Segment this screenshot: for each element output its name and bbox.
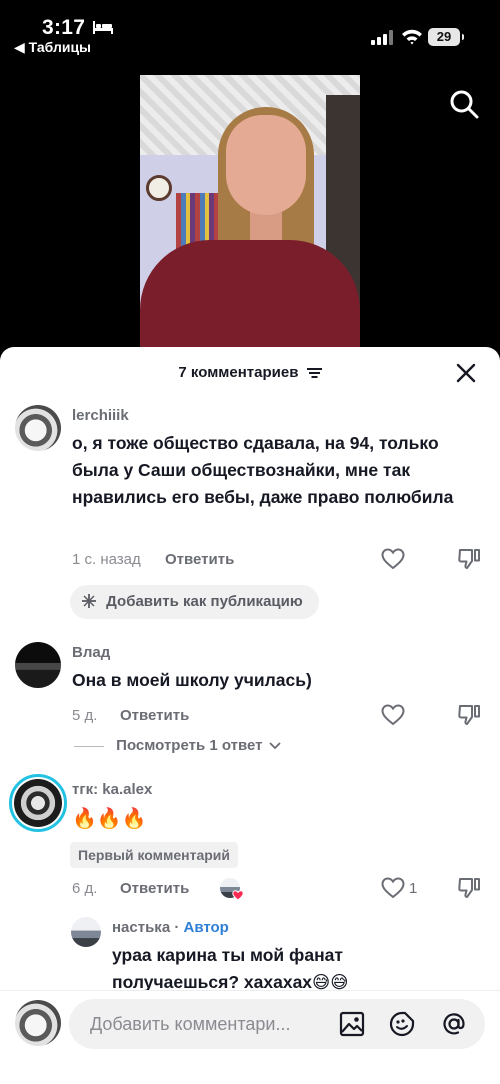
image-icon[interactable] bbox=[339, 1011, 365, 1037]
heart-icon[interactable] bbox=[381, 548, 405, 570]
author-separator: · bbox=[170, 919, 184, 936]
video-player[interactable] bbox=[140, 75, 360, 355]
dislike-icon[interactable] bbox=[457, 703, 481, 727]
add-as-post-button[interactable]: Добавить как публикацию bbox=[70, 585, 319, 619]
avatar[interactable] bbox=[15, 642, 61, 688]
first-comment-badge: Первый комментарий bbox=[70, 842, 239, 868]
reply-username[interactable]: настька bbox=[112, 919, 170, 936]
comment-username[interactable]: Влад bbox=[72, 644, 110, 661]
status-time: 3:17 bbox=[42, 16, 86, 39]
video-person-shirt bbox=[140, 240, 360, 355]
emoji-icon[interactable] bbox=[389, 1011, 415, 1037]
reply-button[interactable]: Ответить bbox=[120, 880, 189, 897]
view-replies-button[interactable]: Посмотреть 1 ответ bbox=[74, 737, 281, 754]
comment-time: 5 д. bbox=[72, 707, 98, 724]
reply-button[interactable]: Ответить bbox=[120, 707, 189, 724]
heart-icon[interactable] bbox=[381, 704, 405, 726]
comment-username[interactable]: lerchiiik bbox=[72, 407, 129, 424]
reply-username-line: настька · Автор bbox=[112, 919, 229, 936]
comment-input-bar: Добавить комментари... bbox=[0, 990, 500, 1084]
divider-line bbox=[74, 745, 104, 747]
my-avatar[interactable] bbox=[15, 1000, 61, 1046]
bed-icon bbox=[93, 21, 113, 34]
video-clock bbox=[146, 175, 172, 201]
sort-filter-icon[interactable] bbox=[306, 368, 322, 379]
mention-icon[interactable] bbox=[441, 1011, 467, 1037]
comment-input[interactable]: Добавить комментари... bbox=[69, 999, 485, 1049]
search-icon[interactable] bbox=[449, 89, 479, 119]
reply-text: ураа карина ты мой фанат получаешься? ха… bbox=[112, 945, 349, 992]
comment-input-placeholder: Добавить комментари... bbox=[90, 1014, 291, 1034]
comment-text: о, я тоже общество сдавала, на 94, тольк… bbox=[72, 433, 454, 507]
heart-icon[interactable] bbox=[381, 877, 405, 899]
comment-time: 6 д. bbox=[72, 880, 98, 897]
comment-text: Она в моей школу училась) bbox=[72, 670, 312, 690]
comment-username[interactable]: тгк: ka.alex bbox=[72, 781, 152, 798]
comments-header: 7 комментариев bbox=[0, 364, 500, 381]
reply-button[interactable]: Ответить bbox=[165, 551, 234, 568]
video-person-face bbox=[226, 115, 306, 215]
avatar[interactable] bbox=[71, 917, 101, 947]
comment-text: 🔥🔥🔥 bbox=[72, 808, 147, 830]
like-count: 1 bbox=[409, 880, 418, 897]
cellular-signal-icon bbox=[371, 30, 393, 45]
sparkle-icon bbox=[82, 594, 96, 608]
dislike-icon[interactable] bbox=[457, 547, 481, 571]
comments-sheet: 7 комментариев lerchiiik о, я тоже общес… bbox=[0, 347, 500, 1084]
avatar[interactable] bbox=[14, 779, 62, 827]
heart-icon bbox=[232, 890, 244, 901]
dislike-icon[interactable] bbox=[457, 876, 481, 900]
battery-indicator: 29 bbox=[428, 28, 464, 46]
status-bar: 3:17 ◀ Таблицы 29 bbox=[0, 0, 500, 60]
avatar[interactable] bbox=[15, 405, 61, 451]
add-as-post-label: Добавить как публикацию bbox=[106, 593, 303, 610]
comments-count-title: 7 комментариев bbox=[178, 364, 299, 381]
view-replies-label: Посмотреть 1 ответ bbox=[116, 737, 263, 754]
wifi-icon bbox=[402, 29, 422, 45]
back-to-app-link[interactable]: ◀ Таблицы bbox=[14, 39, 91, 56]
author-badge: Автор bbox=[183, 919, 229, 936]
comment-time: 1 с. назад bbox=[72, 551, 141, 568]
chevron-down-icon bbox=[269, 742, 281, 750]
close-icon[interactable] bbox=[455, 362, 477, 384]
